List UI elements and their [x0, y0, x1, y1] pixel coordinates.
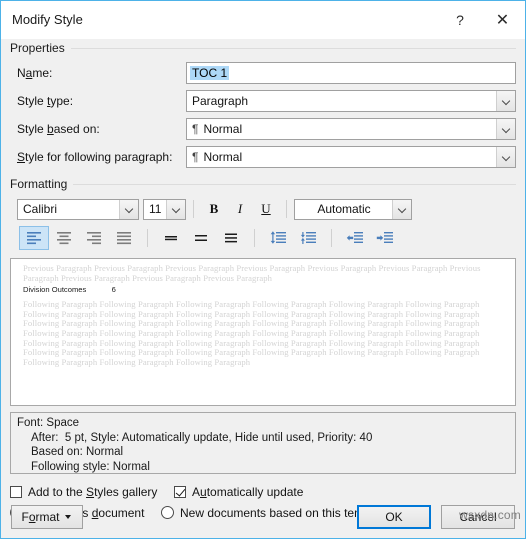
title-bar: Modify Style ? ✕ — [1, 1, 525, 39]
pilcrow-icon: ¶ — [192, 150, 199, 164]
align-right-icon — [87, 232, 101, 245]
underline-button[interactable]: U — [253, 198, 279, 220]
font-color-select[interactable]: Automatic — [294, 198, 412, 220]
style-type-value: Paragraph — [192, 94, 249, 108]
align-justify-icon — [117, 232, 131, 245]
align-center-button[interactable] — [49, 226, 79, 250]
chevron-down-icon[interactable] — [166, 199, 185, 219]
group-divider — [73, 183, 516, 185]
chevron-down-icon[interactable] — [496, 147, 515, 167]
paragraph-toolbar — [10, 224, 516, 252]
font-family-value: Calibri — [23, 202, 58, 216]
style-based-on-value: ¶ Normal — [192, 122, 243, 136]
pilcrow-icon: ¶ — [192, 122, 199, 136]
toolbar-divider — [147, 229, 148, 247]
ok-button[interactable]: OK — [357, 505, 431, 529]
modify-style-dialog: Modify Style ? ✕ Properties Name: TOC 1 … — [0, 0, 526, 539]
format-button-label: Format — [21, 510, 60, 524]
decrease-indent-icon — [346, 232, 363, 243]
style-following-select[interactable]: ¶ Normal — [186, 146, 516, 168]
line-spacing-single-button[interactable] — [156, 226, 186, 250]
line-spacing-1-5-button[interactable] — [186, 226, 216, 250]
toolbar-divider — [331, 229, 332, 247]
align-right-button[interactable] — [79, 226, 109, 250]
increase-indent-button[interactable] — [370, 226, 400, 250]
cancel-button[interactable]: Cancel — [441, 505, 515, 529]
decrease-indent-button[interactable] — [340, 226, 370, 250]
dialog-footer: Format OK Cancel — [1, 496, 525, 538]
style-based-on-row: Style based on: ¶ Normal — [10, 117, 516, 141]
style-type-select[interactable]: Paragraph — [186, 90, 516, 112]
style-following-label: Style for following paragraph: — [17, 150, 173, 164]
align-center-icon — [57, 232, 71, 245]
increase-space-before-button[interactable] — [263, 226, 293, 250]
dialog-title: Modify Style — [12, 12, 83, 27]
align-left-button[interactable] — [19, 226, 49, 250]
style-type-label: Style type: — [17, 94, 74, 108]
description-line-4: Following style: Normal — [31, 460, 150, 473]
font-size-select[interactable]: 11 — [143, 198, 186, 220]
preview-following-paragraph: Following Paragraph Following Paragraph … — [23, 299, 480, 367]
font-size-value: 11 — [149, 202, 162, 216]
decrease-paragraph-spacing-icon — [300, 232, 316, 244]
italic-button[interactable]: I — [227, 198, 253, 220]
name-row: Name: TOC 1 — [10, 61, 516, 85]
align-left-icon — [27, 232, 41, 245]
properties-group: Properties Name: TOC 1 Style type: Parag… — [10, 39, 516, 169]
formatting-group: Formatting Calibri 11 B I U Automatic — [10, 175, 516, 252]
formatting-group-label: Formatting — [10, 177, 74, 191]
style-based-on-select[interactable]: ¶ Normal — [186, 118, 516, 140]
name-input[interactable]: TOC 1 — [186, 62, 516, 84]
help-icon[interactable]: ? — [440, 4, 480, 36]
line-spacing-double-button[interactable] — [216, 226, 246, 250]
chevron-down-icon[interactable] — [496, 119, 515, 139]
line-spacing-double-icon — [225, 233, 237, 243]
group-divider — [70, 47, 516, 49]
description-line-2: After: 5 pt, Style: Automatically update… — [31, 431, 373, 444]
font-toolbar: Calibri 11 B I U Automatic — [10, 196, 516, 222]
properties-group-label: Properties — [10, 41, 71, 55]
style-description: Font: Space After: 5 pt, Style: Automati… — [10, 412, 516, 474]
style-following-row: Style for following paragraph: ¶ Normal — [10, 145, 516, 169]
style-preview-pane: Previous Paragraph Previous Paragraph Pr… — [10, 258, 516, 406]
style-following-value: ¶ Normal — [192, 150, 243, 164]
toolbar-divider — [254, 229, 255, 247]
name-input-value: TOC 1 — [190, 66, 230, 80]
description-line-1: Font: Space — [17, 417, 80, 429]
preview-sample-text: Division Outcomes 6 — [23, 285, 116, 295]
increase-indent-icon — [376, 232, 393, 243]
formatting-group-header: Formatting — [10, 175, 516, 193]
line-spacing-single-icon — [165, 236, 177, 241]
line-spacing-1-5-icon — [195, 235, 207, 241]
style-based-on-label: Style based on: — [17, 122, 100, 136]
description-line-3: Based on: Normal — [31, 446, 124, 458]
caret-down-icon — [64, 515, 71, 519]
bold-button[interactable]: B — [201, 198, 227, 220]
chevron-down-icon[interactable] — [119, 199, 138, 219]
font-family-select[interactable]: Calibri — [17, 198, 139, 220]
align-justify-button[interactable] — [109, 226, 139, 250]
toolbar-divider — [193, 200, 194, 218]
preview-previous-paragraph: Previous Paragraph Previous Paragraph Pr… — [23, 263, 481, 283]
decrease-space-after-button[interactable] — [293, 226, 323, 250]
chevron-down-icon[interactable] — [496, 91, 515, 111]
name-label: Name: — [17, 66, 53, 80]
format-button[interactable]: Format — [11, 505, 83, 529]
properties-rows: Name: TOC 1 Style type: Paragraph Style … — [10, 57, 516, 169]
properties-group-header: Properties — [10, 39, 516, 57]
increase-paragraph-spacing-icon — [270, 231, 286, 244]
chevron-down-icon[interactable] — [392, 199, 411, 219]
style-type-row: Style type: Paragraph — [10, 89, 516, 113]
close-icon[interactable]: ✕ — [480, 4, 525, 36]
toolbar-divider — [286, 200, 287, 218]
